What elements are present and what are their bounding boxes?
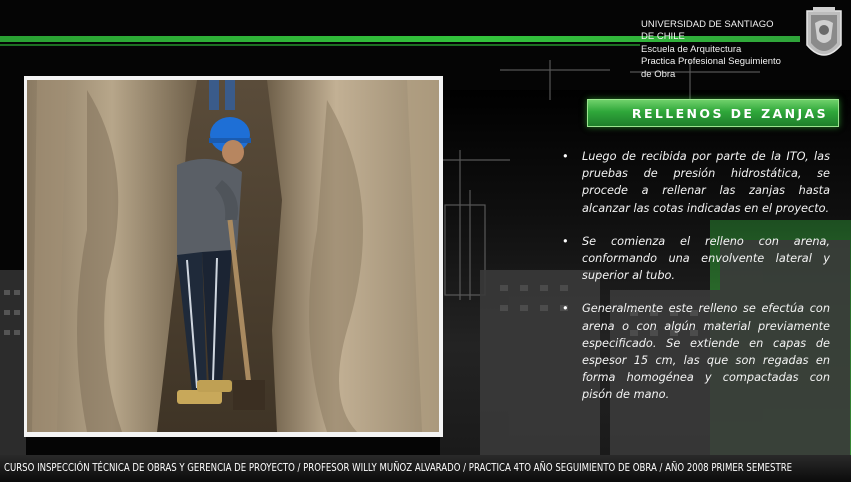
bullet-list: • Luego de recibida por parte de la ITO,… [562, 148, 830, 420]
trench-worker-photo [27, 80, 439, 432]
institution-header: UNIVERSIDAD DE SANTIAGO DE CHILE Escuela… [641, 19, 799, 81]
institution-line-3: Escuela de Arquitectura [641, 43, 742, 55]
top-accent-line-secondary [0, 44, 640, 46]
footer-bar: CURSO INSPECCIÓN TÉCNICA DE OBRAS Y GERE… [0, 455, 851, 482]
bullet-text: Se comienza el relleno con arena, confor… [582, 234, 830, 283]
footer-text: CURSO INSPECCIÓN TÉCNICA DE OBRAS Y GERE… [4, 463, 793, 474]
bullet-text: Luego de recibida por parte de la ITO, l… [582, 150, 830, 215]
institution-line-2: DE CHILE [641, 31, 685, 43]
bullet-marker: • [562, 150, 569, 163]
institution-line-4: Practica Profesional Seguimiento [641, 56, 781, 68]
bullet-marker: • [562, 234, 569, 248]
trench-photo-illustration [27, 80, 439, 432]
slide-title: RELLENOS DE ZANJAS [631, 105, 828, 121]
institution-line-1: UNIVERSIDAD DE SANTIAGO [641, 19, 774, 30]
bullet-item: • Generalmente este relleno se efectúa c… [562, 300, 830, 403]
slide-title-banner: RELLENOS DE ZANJAS [587, 99, 839, 127]
university-crest-logo [806, 7, 842, 56]
bullet-item: • Luego de recibida por parte de la ITO,… [562, 148, 830, 217]
bullet-text: Generalmente este relleno se efectúa con… [582, 302, 830, 402]
bullet-marker: • [562, 302, 569, 316]
institution-line-5: de Obra [641, 68, 676, 80]
bullet-item: • Se comienza el relleno con arena, conf… [562, 233, 830, 285]
